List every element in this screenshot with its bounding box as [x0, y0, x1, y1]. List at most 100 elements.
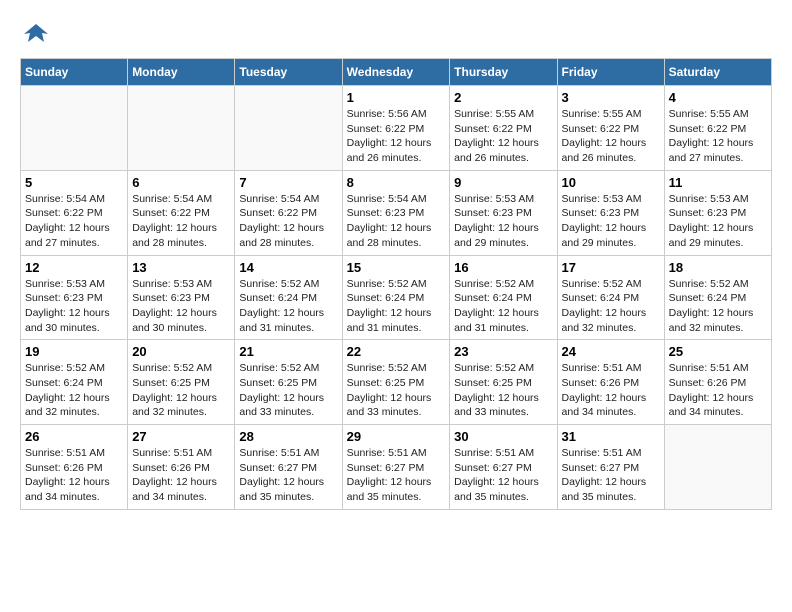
weekday-header-tuesday: Tuesday — [235, 59, 342, 86]
calendar-cell: 5 Sunrise: 5:54 AM Sunset: 6:22 PM Daylig… — [21, 170, 128, 255]
calendar-cell: 2 Sunrise: 5:55 AM Sunset: 6:22 PM Daylig… — [450, 86, 557, 171]
calendar-cell: 15 Sunrise: 5:52 AM Sunset: 6:24 PM Dayli… — [342, 255, 450, 340]
day-number: 17 — [562, 260, 660, 275]
calendar-cell: 18 Sunrise: 5:52 AM Sunset: 6:24 PM Dayli… — [664, 255, 771, 340]
day-number: 22 — [347, 344, 446, 359]
calendar-cell: 23Sunrise: 5:52 AM Sunset: 6:25 PM Dayli… — [450, 340, 557, 425]
day-number: 7 — [239, 175, 337, 190]
day-info: Sunrise: 5:53 AM Sunset: 6:23 PM Dayligh… — [25, 277, 123, 336]
day-info: Sunrise: 5:53 AM Sunset: 6:23 PM Dayligh… — [562, 192, 660, 251]
day-number: 3 — [562, 90, 660, 105]
day-info: Sunrise: 5:54 AM Sunset: 6:22 PM Dayligh… — [239, 192, 337, 251]
day-number: 20 — [132, 344, 230, 359]
day-info: Sunrise: 5:55 AM Sunset: 6:22 PM Dayligh… — [562, 107, 660, 166]
calendar-cell — [664, 425, 771, 510]
day-number: 21 — [239, 344, 337, 359]
calendar-cell: 9 Sunrise: 5:53 AM Sunset: 6:23 PM Daylig… — [450, 170, 557, 255]
calendar-week-row: 12 Sunrise: 5:53 AM Sunset: 6:23 PM Dayli… — [21, 255, 772, 340]
day-number: 10 — [562, 175, 660, 190]
day-number: 31 — [562, 429, 660, 444]
day-number: 30 — [454, 429, 552, 444]
day-info: Sunrise: 5:53 AM Sunset: 6:23 PM Dayligh… — [454, 192, 552, 251]
day-number: 5 — [25, 175, 123, 190]
day-info: Sunrise: 5:51 AM Sunset: 6:27 PM Dayligh… — [454, 446, 552, 505]
day-info: Sunrise: 5:53 AM Sunset: 6:23 PM Dayligh… — [132, 277, 230, 336]
day-number: 14 — [239, 260, 337, 275]
logo — [20, 20, 50, 48]
calendar-cell: 20 Sunrise: 5:52 AM Sunset: 6:25 PM Dayli… — [128, 340, 235, 425]
day-number: 15 — [347, 260, 446, 275]
day-number: 4 — [669, 90, 767, 105]
day-info: Sunrise: 5:51 AM Sunset: 6:26 PM Dayligh… — [25, 446, 123, 505]
calendar-cell: 24 Sunrise: 5:51 AM Sunset: 6:26 PM Dayli… — [557, 340, 664, 425]
day-number: 28 — [239, 429, 337, 444]
calendar-week-row: 1 Sunrise: 5:56 AM Sunset: 6:22 PM Daylig… — [21, 86, 772, 171]
day-number: 1 — [347, 90, 446, 105]
calendar-cell: 22 Sunrise: 5:52 AM Sunset: 6:25 PM Dayli… — [342, 340, 450, 425]
weekday-header-saturday: Saturday — [664, 59, 771, 86]
day-info: Sunrise: 5:52 AM Sunset: 6:25 PM Dayligh… — [132, 361, 230, 420]
day-info: Sunrise: 5:53 AM Sunset: 6:23 PM Dayligh… — [669, 192, 767, 251]
weekday-header-row: SundayMondayTuesdayWednesdayThursdayFrid… — [21, 59, 772, 86]
calendar-cell: 30 Sunrise: 5:51 AM Sunset: 6:27 PM Dayli… — [450, 425, 557, 510]
day-info: Sunrise: 5:52 AM Sunset: 6:24 PM Dayligh… — [562, 277, 660, 336]
weekday-header-monday: Monday — [128, 59, 235, 86]
day-info: Sunrise: 5:51 AM Sunset: 6:26 PM Dayligh… — [132, 446, 230, 505]
calendar-table: SundayMondayTuesdayWednesdayThursdayFrid… — [20, 58, 772, 510]
calendar-cell: 29 Sunrise: 5:51 AM Sunset: 6:27 PM Dayli… — [342, 425, 450, 510]
day-info: Sunrise: 5:52 AM Sunset: 6:25 PM Dayligh… — [239, 361, 337, 420]
calendar-cell — [128, 86, 235, 171]
day-number: 29 — [347, 429, 446, 444]
day-number: 19 — [25, 344, 123, 359]
day-info: Sunrise: 5:54 AM Sunset: 6:22 PM Dayligh… — [25, 192, 123, 251]
calendar-cell: 6Sunrise: 5:54 AM Sunset: 6:22 PM Daylig… — [128, 170, 235, 255]
weekday-header-friday: Friday — [557, 59, 664, 86]
calendar-cell: 16Sunrise: 5:52 AM Sunset: 6:24 PM Dayli… — [450, 255, 557, 340]
day-info: Sunrise: 5:52 AM Sunset: 6:25 PM Dayligh… — [347, 361, 446, 420]
calendar-cell: 13 Sunrise: 5:53 AM Sunset: 6:23 PM Dayli… — [128, 255, 235, 340]
weekday-header-sunday: Sunday — [21, 59, 128, 86]
calendar-cell: 12 Sunrise: 5:53 AM Sunset: 6:23 PM Dayli… — [21, 255, 128, 340]
calendar-cell: 3 Sunrise: 5:55 AM Sunset: 6:22 PM Daylig… — [557, 86, 664, 171]
calendar-cell: 1 Sunrise: 5:56 AM Sunset: 6:22 PM Daylig… — [342, 86, 450, 171]
day-number: 23 — [454, 344, 552, 359]
day-info: Sunrise: 5:52 AM Sunset: 6:24 PM Dayligh… — [25, 361, 123, 420]
calendar-cell: 4 Sunrise: 5:55 AM Sunset: 6:22 PM Daylig… — [664, 86, 771, 171]
calendar-cell: 27Sunrise: 5:51 AM Sunset: 6:26 PM Dayli… — [128, 425, 235, 510]
day-info: Sunrise: 5:52 AM Sunset: 6:24 PM Dayligh… — [239, 277, 337, 336]
calendar-cell: 25 Sunrise: 5:51 AM Sunset: 6:26 PM Dayli… — [664, 340, 771, 425]
day-number: 12 — [25, 260, 123, 275]
day-info: Sunrise: 5:51 AM Sunset: 6:26 PM Dayligh… — [669, 361, 767, 420]
day-info: Sunrise: 5:54 AM Sunset: 6:23 PM Dayligh… — [347, 192, 446, 251]
calendar-cell: 11 Sunrise: 5:53 AM Sunset: 6:23 PM Dayli… — [664, 170, 771, 255]
calendar-cell: 31 Sunrise: 5:51 AM Sunset: 6:27 PM Dayli… — [557, 425, 664, 510]
day-info: Sunrise: 5:52 AM Sunset: 6:24 PM Dayligh… — [669, 277, 767, 336]
calendar-cell: 21 Sunrise: 5:52 AM Sunset: 6:25 PM Dayli… — [235, 340, 342, 425]
day-info: Sunrise: 5:51 AM Sunset: 6:26 PM Dayligh… — [562, 361, 660, 420]
day-number: 13 — [132, 260, 230, 275]
day-number: 16 — [454, 260, 552, 275]
day-number: 26 — [25, 429, 123, 444]
day-info: Sunrise: 5:55 AM Sunset: 6:22 PM Dayligh… — [454, 107, 552, 166]
day-number: 11 — [669, 175, 767, 190]
calendar-week-row: 5 Sunrise: 5:54 AM Sunset: 6:22 PM Daylig… — [21, 170, 772, 255]
day-info: Sunrise: 5:51 AM Sunset: 6:27 PM Dayligh… — [239, 446, 337, 505]
day-number: 24 — [562, 344, 660, 359]
day-number: 25 — [669, 344, 767, 359]
day-number: 6 — [132, 175, 230, 190]
calendar-week-row: 26 Sunrise: 5:51 AM Sunset: 6:26 PM Dayli… — [21, 425, 772, 510]
day-info: Sunrise: 5:51 AM Sunset: 6:27 PM Dayligh… — [347, 446, 446, 505]
day-info: Sunrise: 5:51 AM Sunset: 6:27 PM Dayligh… — [562, 446, 660, 505]
day-number: 18 — [669, 260, 767, 275]
day-info: Sunrise: 5:55 AM Sunset: 6:22 PM Dayligh… — [669, 107, 767, 166]
day-number: 2 — [454, 90, 552, 105]
day-info: Sunrise: 5:52 AM Sunset: 6:24 PM Dayligh… — [347, 277, 446, 336]
weekday-header-wednesday: Wednesday — [342, 59, 450, 86]
calendar-cell — [235, 86, 342, 171]
day-number: 9 — [454, 175, 552, 190]
calendar-cell: 19 Sunrise: 5:52 AM Sunset: 6:24 PM Dayli… — [21, 340, 128, 425]
logo-bird-icon — [22, 20, 50, 48]
weekday-header-thursday: Thursday — [450, 59, 557, 86]
calendar-cell: 10 Sunrise: 5:53 AM Sunset: 6:23 PM Dayli… — [557, 170, 664, 255]
day-info: Sunrise: 5:56 AM Sunset: 6:22 PM Dayligh… — [347, 107, 446, 166]
